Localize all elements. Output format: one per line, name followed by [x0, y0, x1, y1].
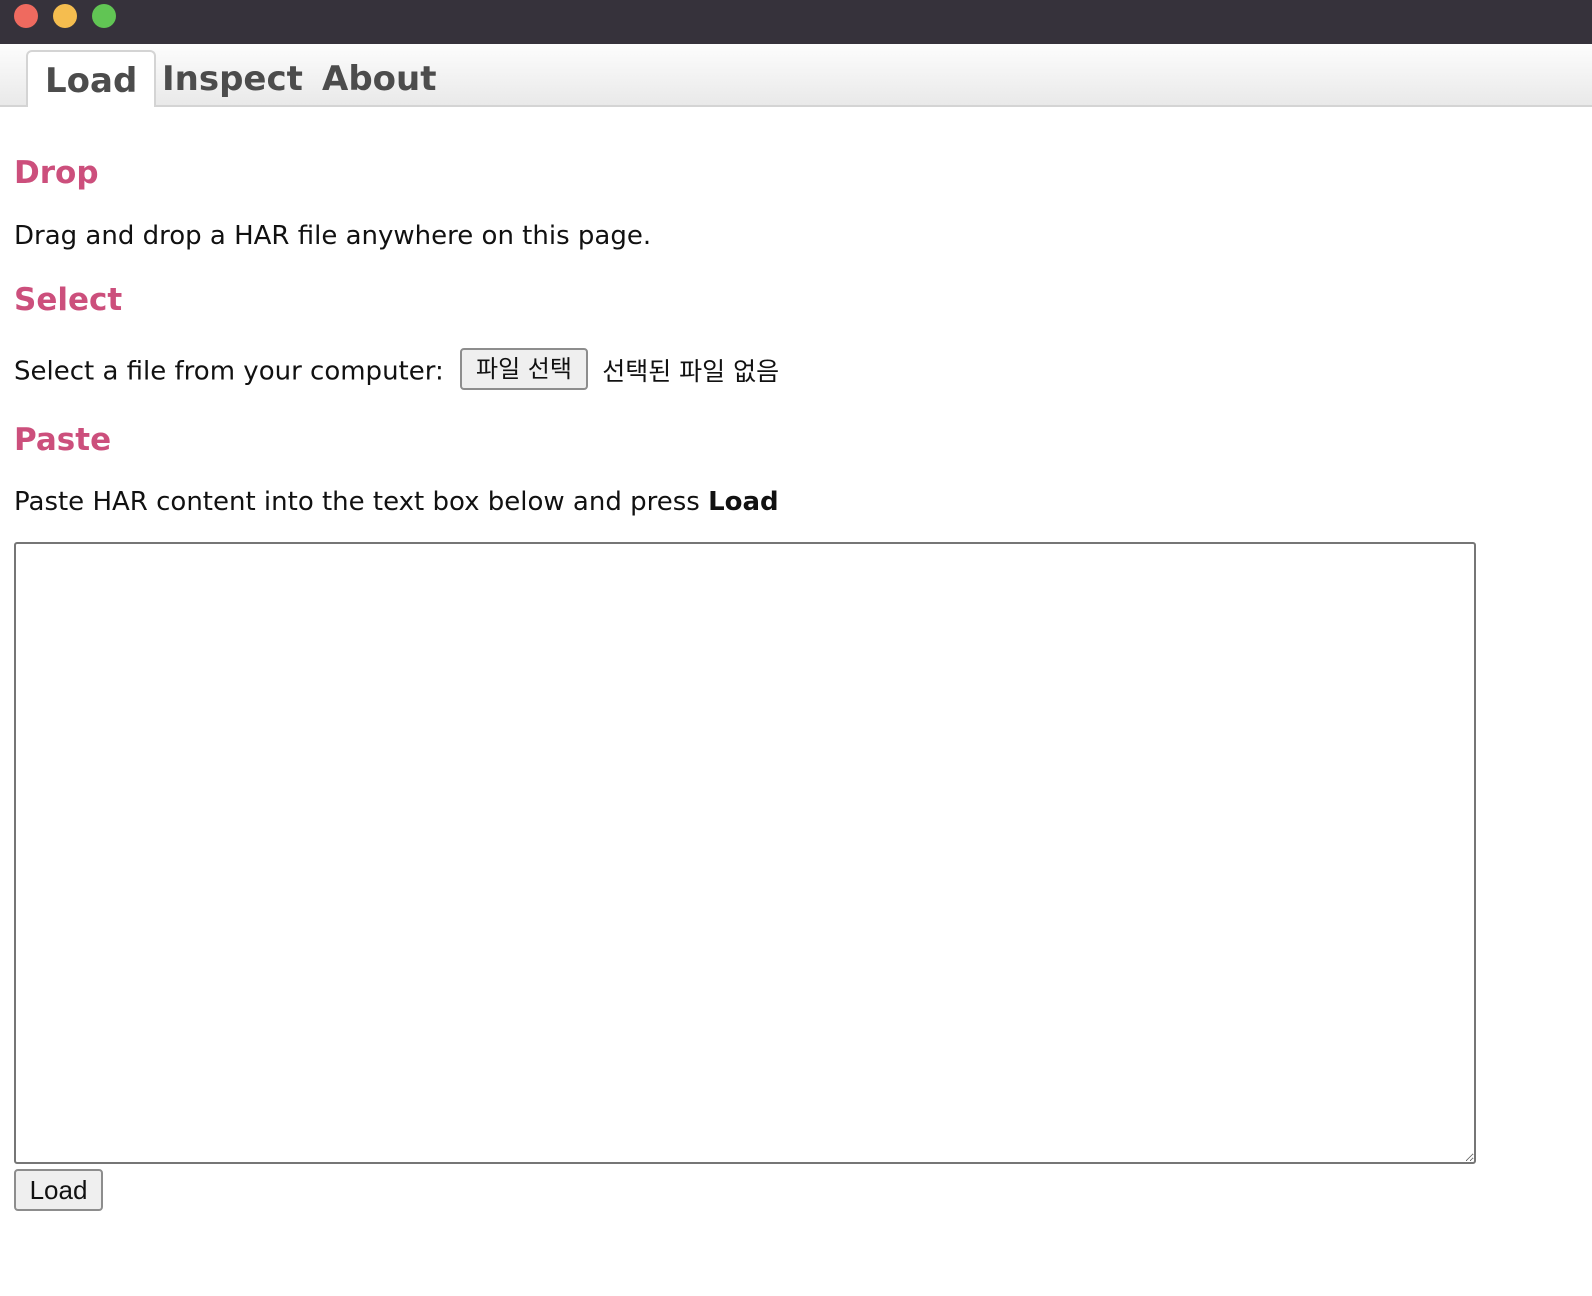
tab-bar: Load Inspect About: [0, 44, 1592, 107]
load-button[interactable]: Load: [14, 1169, 103, 1211]
drop-instructions: Drag and drop a HAR file anywhere on thi…: [14, 221, 652, 251]
har-content-textarea[interactable]: [14, 542, 1476, 1164]
window-titlebar: [0, 0, 1592, 44]
file-status-text: 선택된 파일 없음: [602, 356, 780, 386]
tab-inspect[interactable]: Inspect: [145, 50, 320, 105]
choose-file-button[interactable]: 파일 선택: [460, 348, 588, 390]
tab-load[interactable]: Load: [26, 50, 157, 107]
paste-instructions-load: Load: [708, 487, 779, 517]
paste-instructions-text: Paste HAR content into the text box belo…: [14, 487, 709, 517]
tab-about[interactable]: About: [305, 50, 453, 105]
select-file-label: Select a file from your computer:: [14, 356, 444, 387]
paste-heading: Paste: [14, 422, 112, 458]
minimize-window-button[interactable]: [53, 4, 77, 28]
select-heading: Select: [14, 282, 123, 318]
select-row: Select a file from your computer: 파일 선택 …: [14, 348, 780, 393]
maximize-window-button[interactable]: [92, 4, 116, 28]
drop-heading: Drop: [14, 155, 99, 191]
paste-instructions: Paste HAR content into the text box belo…: [14, 487, 779, 517]
close-window-button[interactable]: [14, 4, 38, 28]
